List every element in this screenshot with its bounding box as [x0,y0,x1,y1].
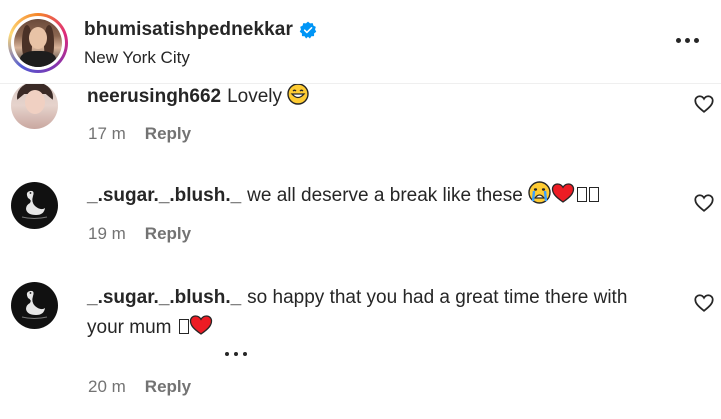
comment-username[interactable]: _.sugar._.blush._ [87,287,241,308]
comment-body: so happy that you had a great time there… [247,287,628,308]
swan-icon [21,290,48,319]
avatar[interactable] [11,82,58,129]
verified-badge-icon [299,21,317,39]
unsupported-glyph-icon [178,319,189,334]
comment-meta: 20 m Reply [88,377,191,397]
crying-face-icon [528,181,551,214]
comment-body: Lovely [227,86,283,107]
heart-icon[interactable] [693,93,715,115]
post-header: bhumisatishpednekkar New York City [0,0,721,84]
more-replies-icon[interactable] [222,352,249,356]
comments-screen: neerusingh662 Lovely 17 m Reply _.sugar.… [0,0,721,419]
comment-body: we all deserve a break like these [247,185,523,206]
swan-icon [21,190,48,219]
reply-button[interactable]: Reply [145,124,191,144]
comment-meta: 17 m Reply [88,124,191,144]
comment-time: 19 m [88,224,126,243]
header-username[interactable]: bhumisatishpednekkar [84,19,293,41]
comment-text: _.sugar._.blush._ we all deserve a break … [87,181,677,214]
red-heart-icon [551,182,575,214]
red-heart-icon [189,314,213,346]
reply-button[interactable]: Reply [145,224,191,244]
comment-text: _.sugar._.blush._ so happy that you had a… [87,283,677,346]
header-location[interactable]: New York City [84,48,190,68]
unsupported-glyph-icon [589,187,600,202]
comment-username[interactable]: neerusingh662 [87,86,221,107]
comment-meta: 19 m Reply [88,224,191,244]
heart-icon[interactable] [693,192,715,214]
comment-text: neerusingh662 Lovely [87,82,677,115]
comment-time: 17 m [88,124,126,143]
header-username-row: bhumisatishpednekkar [84,19,317,41]
avatar[interactable] [11,282,58,329]
reply-button[interactable]: Reply [145,377,191,397]
heart-icon[interactable] [693,292,715,314]
unsupported-glyph-icon [577,187,588,202]
comment-time: 20 m [88,377,126,396]
profile-avatar[interactable] [8,13,68,73]
comment-body-continued: your mum [87,317,172,338]
more-options-icon[interactable] [671,28,703,52]
grinning-face-icon [287,83,310,115]
comment-username[interactable]: _.sugar._.blush._ [87,185,241,206]
avatar[interactable] [11,182,58,229]
